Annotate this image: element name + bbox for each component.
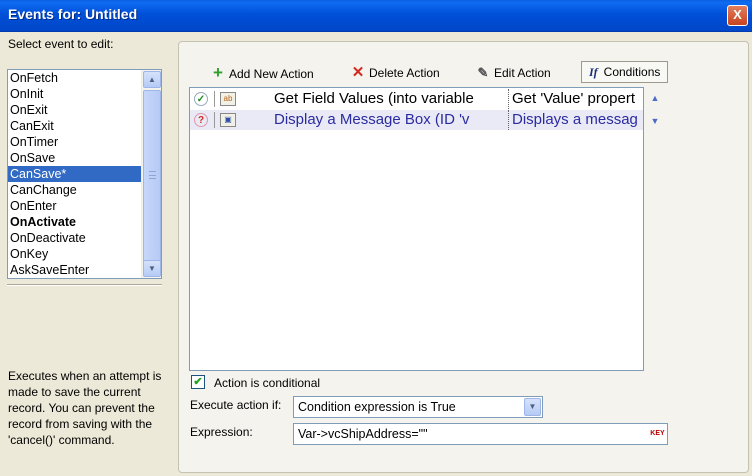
event-item[interactable]: CanExit — [8, 118, 141, 134]
conditional-label: Action is conditional — [214, 376, 321, 390]
event-item[interactable]: OnInit — [8, 86, 141, 102]
event-item[interactable]: OnExit — [8, 102, 141, 118]
plus-icon: + — [213, 63, 223, 82]
move-down-icon[interactable]: ▼ — [648, 116, 662, 126]
message-box-icon: ▣ — [220, 113, 236, 127]
execute-if-value: Condition expression is True — [298, 400, 456, 414]
close-button[interactable]: X — [727, 5, 748, 26]
event-listbox[interactable]: OnFetch OnInit OnExit CanExit OnTimer OnSave C… — [7, 69, 162, 279]
event-item[interactable]: OnKey — [8, 246, 141, 262]
checkmark-icon: ✓ — [194, 92, 208, 106]
if-icon: If — [589, 65, 598, 79]
delete-x-icon: ✕ — [351, 64, 365, 81]
event-item[interactable]: CanSave* — [8, 166, 141, 182]
action-list[interactable]: ✓ ab Get Field Values (into variable Get… — [189, 87, 644, 371]
event-item[interactable]: OnSave — [8, 150, 141, 166]
scroll-up-button[interactable]: ▲ — [143, 71, 161, 88]
edit-action-label: Edit Action — [494, 66, 551, 80]
event-list-scrollbar[interactable]: ▲ ▼ — [141, 70, 161, 278]
move-up-icon[interactable]: ▲ — [648, 93, 662, 103]
pencil-icon: ✎ — [477, 65, 489, 80]
window-title: Events for: Untitled — [8, 6, 138, 22]
delete-action-label: Delete Action — [369, 66, 440, 80]
edit-action-button[interactable]: ✎ Edit Action — [475, 63, 551, 83]
event-items: OnFetch OnInit OnExit CanExit OnTimer OnSave C… — [8, 70, 141, 278]
action-name: Get Field Values (into variable — [274, 90, 474, 107]
question-icon: ? — [194, 113, 208, 127]
delete-action-button[interactable]: ✕ Delete Action — [350, 63, 440, 83]
event-item[interactable]: OnEnter — [8, 198, 141, 214]
event-item[interactable]: OnTimer — [8, 134, 141, 150]
event-item[interactable]: OnDeactivate — [8, 230, 141, 246]
scrollbar-thumb[interactable] — [143, 90, 161, 262]
expression-label: Expression: — [190, 425, 253, 439]
event-item[interactable]: OnActivate — [8, 214, 141, 230]
expression-field[interactable]: Var->vcShipAddress="" KEY — [293, 423, 668, 445]
action-row[interactable]: ✓ ab Get Field Values (into variable Get… — [190, 89, 643, 109]
divider — [7, 284, 162, 286]
execute-if-label: Execute action if: — [190, 398, 282, 412]
event-item[interactable]: CanChange — [8, 182, 141, 198]
conditions-button[interactable]: If Conditions — [581, 61, 668, 83]
conditions-label: Conditions — [603, 65, 661, 79]
action-description: Displays a messag — [508, 110, 645, 130]
add-action-button[interactable]: + Add New Action — [210, 63, 314, 83]
conditional-checkbox[interactable]: ✔ — [191, 375, 205, 389]
expression-value: Var->vcShipAddress="" — [298, 427, 428, 441]
key-icon[interactable]: KEY — [649, 426, 666, 442]
add-action-label: Add New Action — [229, 67, 314, 81]
chevron-down-icon[interactable]: ▼ — [524, 398, 541, 416]
select-event-label: Select event to edit: — [8, 37, 114, 51]
action-name: Display a Message Box (ID 'v — [274, 111, 470, 128]
action-row[interactable]: ? ▣ Display a Message Box (ID 'v Display… — [190, 110, 643, 130]
execute-if-select[interactable]: Condition expression is True ▼ — [293, 396, 543, 418]
title-bar: Events for: Untitled X — [0, 0, 752, 32]
field-values-icon: ab — [220, 92, 236, 106]
event-item[interactable]: OnFetch — [8, 70, 141, 86]
action-description: Get 'Value' propert — [508, 89, 645, 109]
scroll-down-button[interactable]: ▼ — [143, 260, 161, 277]
event-item[interactable]: AskSaveEnter — [8, 262, 141, 278]
event-description: Executes when an attempt is made to save… — [8, 369, 162, 447]
